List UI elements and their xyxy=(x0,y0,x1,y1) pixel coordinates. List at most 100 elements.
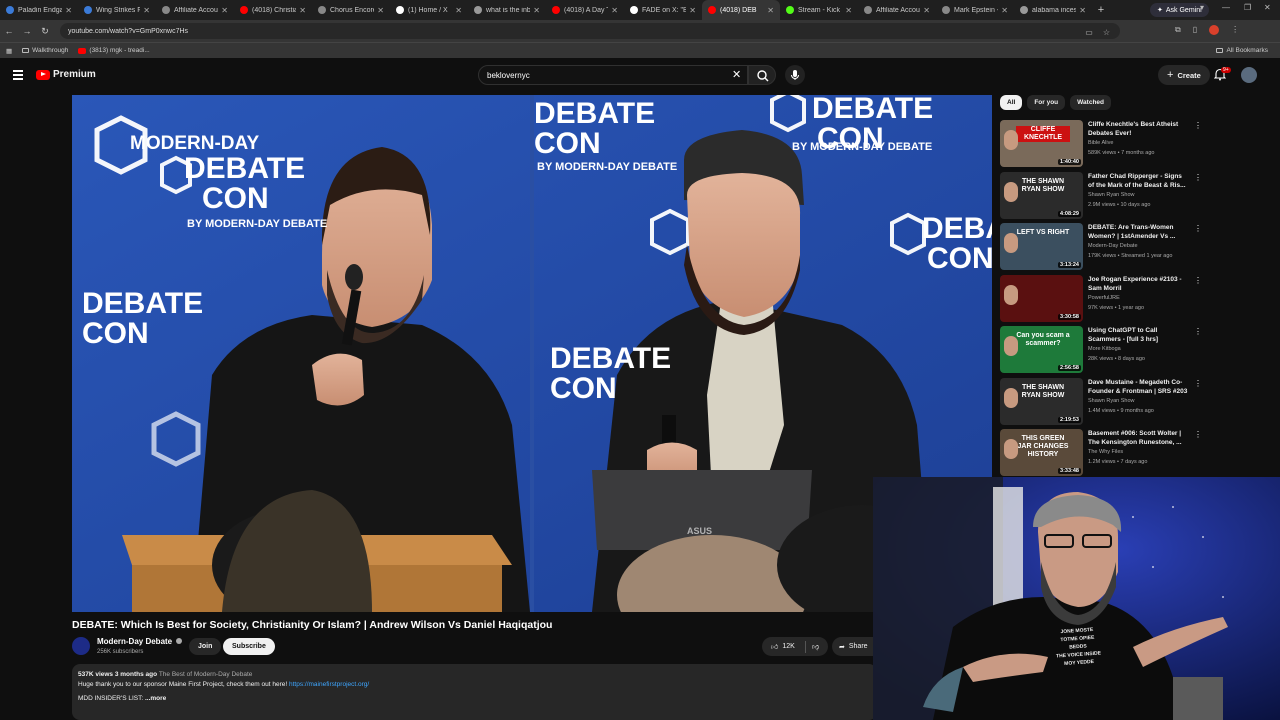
youtube-premium-logo[interactable]: Premium xyxy=(36,69,96,80)
sponsor-link[interactable]: https://mainefirstproject.org/ xyxy=(289,681,369,688)
tab-close-icon[interactable]: ✕ xyxy=(1001,6,1008,15)
video-player[interactable]: MODERN-DAY DEBATE CON BY MODERN-DAY DEBA… xyxy=(72,95,992,612)
create-button[interactable]: + Create xyxy=(1158,65,1210,85)
cast-icon[interactable]: ▭ xyxy=(1085,28,1093,37)
recommended-video-title[interactable]: Basement #006: Scott Wolter | The Kensin… xyxy=(1088,429,1188,447)
description-box[interactable]: 537K views 3 months ago The Best of Mode… xyxy=(72,664,877,720)
bookmark-walkthrough[interactable]: Walkthrough xyxy=(22,47,68,54)
more-actions-icon[interactable]: ⋮ xyxy=(1194,379,1202,388)
channel-avatar[interactable] xyxy=(72,637,90,655)
close-window-icon[interactable]: ✕ xyxy=(1264,3,1271,12)
tab-close-icon[interactable]: ✕ xyxy=(377,6,384,15)
recommended-video-title[interactable]: Using ChatGPT to Call Scammers - [full 3… xyxy=(1088,326,1188,344)
recommended-video-title[interactable]: Father Chad Ripperger - Signs of the Mar… xyxy=(1088,172,1188,190)
recommended-channel-name[interactable]: Modern-Day Debate xyxy=(1088,243,1138,249)
tab-close-icon[interactable]: ✕ xyxy=(767,6,774,15)
more-actions-icon[interactable]: ⋮ xyxy=(1194,327,1202,336)
filter-chip[interactable]: Watched xyxy=(1070,95,1112,110)
browser-tab[interactable]: Affiliate Accoun ✕ xyxy=(156,0,234,20)
video-thumbnail[interactable]: 3:30:58 xyxy=(1000,274,1083,322)
sidepanel-icon[interactable]: ▯ xyxy=(1193,25,1197,35)
browser-tab[interactable]: FADE on X: "Bui✕ xyxy=(624,0,702,20)
profile-icon[interactable] xyxy=(1209,25,1220,35)
back-icon[interactable]: ← xyxy=(0,26,18,36)
recommended-video[interactable]: LEFT VS RIGHT 3:13:24 DEBATE: Are Trans-Wo… xyxy=(1000,221,1210,273)
tab-close-icon[interactable]: ✕ xyxy=(611,6,618,15)
recommended-video-title[interactable]: Cliffe Knechtle's Best Atheist Debates E… xyxy=(1088,120,1188,138)
video-thumbnail[interactable]: LEFT VS RIGHT 3:13:24 xyxy=(1000,223,1083,270)
reload-icon[interactable]: ↻ xyxy=(36,26,54,37)
video-thumbnail[interactable]: Can you scam a scammer? 2:56:58 xyxy=(1000,326,1083,373)
recommended-channel-name[interactable]: Bible Alive xyxy=(1088,140,1113,146)
browser-tab[interactable]: Wing Strikes Fa✕ xyxy=(78,0,156,20)
tab-search-icon[interactable]: ▾ xyxy=(1200,3,1204,12)
tab-close-icon[interactable]: ✕ xyxy=(299,6,306,15)
browser-tab[interactable]: Stream - Kick D ✕ xyxy=(780,0,858,20)
browser-tab[interactable]: (4018) DEB ✕ xyxy=(702,0,780,20)
recommended-video-title[interactable]: Joe Rogan Experience #2103 - Sam Morril xyxy=(1088,275,1188,293)
browser-tab[interactable]: (4018) Christian✕ xyxy=(234,0,312,20)
video-thumbnail[interactable]: THE SHAWN RYAN SHOW 2:19:53 xyxy=(1000,377,1083,425)
tab-close-icon[interactable]: ✕ xyxy=(1079,6,1086,15)
search-input[interactable]: beklovernyc xyxy=(478,65,748,85)
tab-close-icon[interactable]: ✕ xyxy=(689,6,696,15)
browser-tab[interactable]: Chorus Encore ✕ xyxy=(312,0,390,20)
filter-chip[interactable]: All xyxy=(1000,95,1023,110)
tab-close-icon[interactable]: ✕ xyxy=(143,6,150,15)
recommended-channel-name[interactable]: The Why Files xyxy=(1088,449,1123,455)
apps-icon[interactable]: ▦ xyxy=(6,47,12,55)
recommended-video[interactable]: THE SHAWN RYAN SHOW 2:19:53 Dave Mustaine … xyxy=(1000,376,1210,428)
description-tag[interactable]: The Best of Modern-Day Debate xyxy=(159,671,253,678)
account-avatar[interactable] xyxy=(1241,67,1257,83)
video-thumbnail[interactable]: CLIFFE KNECHTLE 1:40:40 xyxy=(1000,120,1083,167)
voice-search-button[interactable] xyxy=(785,65,805,85)
recommended-video-title[interactable]: Dave Mustaine - Megadeth Co-Founder & Fr… xyxy=(1088,378,1188,396)
browser-tab[interactable]: (1) Home / X ✕ xyxy=(390,0,468,20)
more-actions-icon[interactable]: ⋮ xyxy=(1194,121,1202,130)
browser-tab[interactable]: (4018) A Day Tr ✕ xyxy=(546,0,624,20)
show-more-link[interactable]: ...more xyxy=(145,695,166,702)
like-button[interactable]: 👍︎ 12K xyxy=(762,640,806,653)
tab-close-icon[interactable]: ✕ xyxy=(221,6,228,15)
recommended-channel-name[interactable]: PowerfulJRE xyxy=(1088,295,1120,301)
all-bookmarks[interactable]: All Bookmarks xyxy=(1216,47,1268,54)
extensions-icon[interactable]: ⧉ xyxy=(1175,25,1181,35)
bookmark-mgk[interactable]: (3813) mgk - treadi... xyxy=(78,47,150,54)
tab-close-icon[interactable]: ✕ xyxy=(455,6,462,15)
menu-dots-icon[interactable]: ⋮ xyxy=(1231,25,1239,35)
recommended-video[interactable]: CLIFFE KNECHTLE 1:40:40 Cliffe Knechtle's … xyxy=(1000,118,1210,170)
more-actions-icon[interactable]: ⋮ xyxy=(1194,224,1202,233)
search-button[interactable] xyxy=(748,65,776,85)
filter-chip[interactable]: For you xyxy=(1027,95,1066,110)
browser-tab[interactable]: Paladin Endgan✕ xyxy=(0,0,78,20)
recommended-channel-name[interactable]: More Kitboga xyxy=(1088,346,1121,352)
bookmark-star-icon[interactable]: ☆ xyxy=(1103,28,1110,37)
address-bar[interactable]: youtube.com/watch?v=GmP0xnwc7Hs ▭ ☆ xyxy=(60,23,1120,39)
video-thumbnail[interactable]: THE SHAWN RYAN SHOW 4:08:29 xyxy=(1000,171,1083,219)
tab-close-icon[interactable]: ✕ xyxy=(65,6,72,15)
recommended-video[interactable]: Can you scam a scammer? 2:56:58 Using Chat… xyxy=(1000,324,1210,376)
new-tab-button[interactable]: + xyxy=(1092,4,1110,16)
join-button[interactable]: Join xyxy=(189,638,222,655)
browser-tab[interactable]: what is the inbo ✕ xyxy=(468,0,546,20)
forward-icon[interactable]: → xyxy=(18,26,36,36)
browser-tab[interactable]: Mark Epstein - ✕ xyxy=(936,0,1014,20)
recommended-video-title[interactable]: DEBATE: Are Trans-Women Women? | 1stAmen… xyxy=(1088,223,1188,241)
video-thumbnail[interactable]: THIS GREEN JAR CHANGES HISTORY 3:33:48 xyxy=(1000,429,1083,476)
hamburger-menu-icon[interactable] xyxy=(13,70,23,82)
tab-close-icon[interactable]: ✕ xyxy=(923,6,930,15)
clear-search-icon[interactable]: ✕ xyxy=(732,68,741,81)
more-actions-icon[interactable]: ⋮ xyxy=(1194,430,1202,439)
recommended-channel-name[interactable]: Shawn Ryan Show xyxy=(1088,192,1134,198)
dislike-button[interactable]: 👎︎ xyxy=(806,642,819,651)
channel-name[interactable]: Modern-Day Debate xyxy=(97,637,183,646)
browser-tab[interactable]: Affiliate Accoun ✕ xyxy=(858,0,936,20)
more-actions-icon[interactable]: ⋮ xyxy=(1194,276,1202,285)
tab-close-icon[interactable]: ✕ xyxy=(533,6,540,15)
recommended-channel-name[interactable]: Shawn Ryan Show xyxy=(1088,398,1134,404)
minimize-icon[interactable]: — xyxy=(1222,3,1230,12)
recommended-video[interactable]: THIS GREEN JAR CHANGES HISTORY 3:33:48 Bas… xyxy=(1000,427,1210,479)
recommended-video[interactable]: 3:30:58 Joe Rogan Experience #2103 - Sam … xyxy=(1000,273,1210,325)
subscribe-button[interactable]: Subscribe xyxy=(223,638,275,655)
recommended-video[interactable]: THE SHAWN RYAN SHOW 4:08:29 Father Chad Ri… xyxy=(1000,170,1210,222)
